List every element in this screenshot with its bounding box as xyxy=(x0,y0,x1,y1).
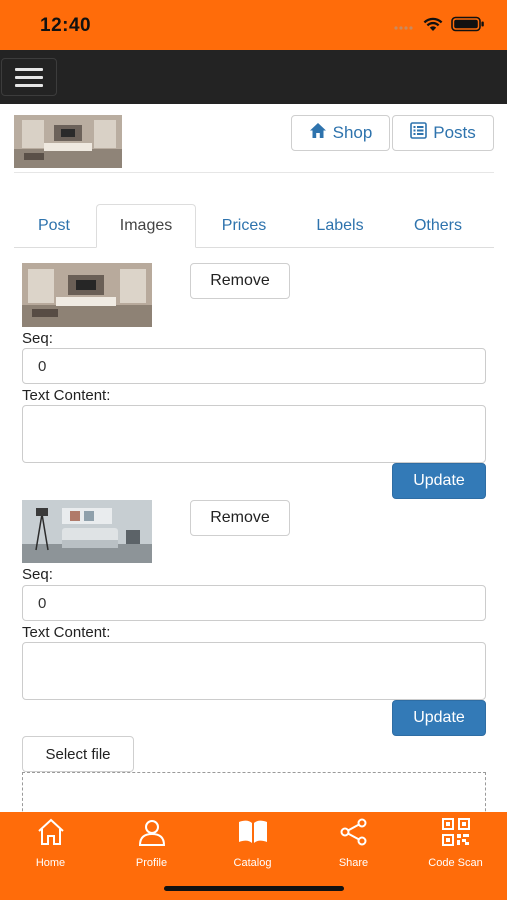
status-bar: 12:40 xyxy=(0,0,507,50)
divider xyxy=(14,172,494,173)
update-button[interactable]: Update xyxy=(392,463,486,499)
home-icon xyxy=(36,818,66,851)
list-alt-icon xyxy=(410,122,428,144)
text-content-label: Text Content: xyxy=(22,624,111,641)
tab-prices[interactable]: Prices xyxy=(198,204,290,248)
user-icon xyxy=(137,818,167,851)
text-content-textarea[interactable] xyxy=(22,405,486,463)
text-content-label: Text Content: xyxy=(22,387,111,404)
seq-label: Seq: xyxy=(22,330,53,347)
nav-profile[interactable]: Profile xyxy=(101,818,202,869)
nav-code-scan[interactable]: Code Scan xyxy=(405,818,506,869)
seq-input[interactable]: 0 xyxy=(22,348,486,384)
remove-image-button[interactable]: Remove xyxy=(190,500,290,536)
nav-home[interactable]: Home xyxy=(0,818,101,869)
nav-home-label: Home xyxy=(35,857,66,869)
home-icon xyxy=(309,122,327,144)
nav-share-label: Share xyxy=(338,857,369,869)
wifi-icon xyxy=(423,17,443,37)
shop-button-label: Shop xyxy=(332,123,373,142)
nav-catalog[interactable]: Catalog xyxy=(202,818,303,869)
seq-label: Seq: xyxy=(22,566,53,583)
battery-icon xyxy=(451,16,485,37)
shop-button[interactable]: Shop xyxy=(291,115,390,151)
tab-post[interactable]: Post xyxy=(14,204,94,248)
image-thumbnail xyxy=(22,500,152,563)
nav-code-scan-label: Code Scan xyxy=(428,857,483,869)
home-indicator xyxy=(164,886,344,891)
nav-share[interactable]: Share xyxy=(303,818,404,869)
top-navbar xyxy=(0,50,507,104)
seq-input[interactable]: 0 xyxy=(22,585,486,621)
nav-catalog-label: Catalog xyxy=(233,857,272,869)
status-icons xyxy=(393,16,485,37)
tab-others[interactable]: Others xyxy=(390,204,486,248)
post-thumbnail-image xyxy=(14,115,122,168)
nav-profile-label: Profile xyxy=(135,857,168,869)
text-content-textarea[interactable] xyxy=(22,642,486,700)
signal-icon xyxy=(393,18,415,36)
posts-button[interactable]: Posts xyxy=(392,115,494,151)
posts-button-label: Posts xyxy=(433,123,476,142)
update-button[interactable]: Update xyxy=(392,700,486,736)
remove-image-button[interactable]: Remove xyxy=(190,263,290,299)
status-time: 12:40 xyxy=(40,15,92,36)
image-thumbnail xyxy=(22,263,152,327)
share-icon xyxy=(339,818,369,851)
hamburger-menu-button[interactable] xyxy=(1,58,57,96)
qr-code-icon xyxy=(441,818,471,851)
tab-labels[interactable]: Labels xyxy=(292,204,388,248)
tab-images[interactable]: Images xyxy=(96,204,196,248)
book-icon xyxy=(237,818,269,851)
select-file-button[interactable]: Select file xyxy=(22,736,134,772)
